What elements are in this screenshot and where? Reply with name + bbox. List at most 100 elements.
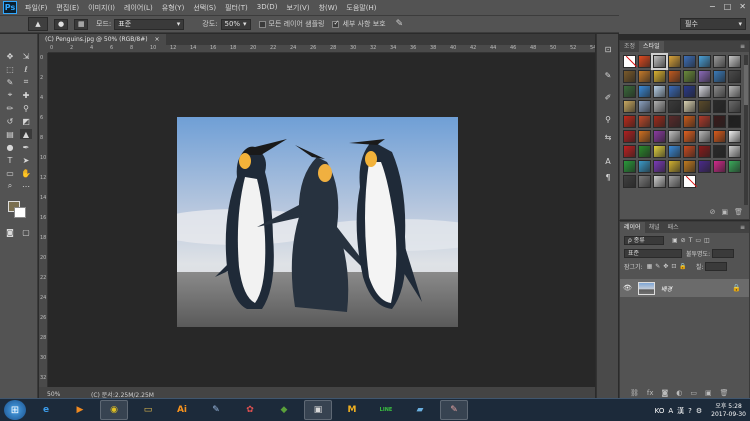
style-swatch[interactable] bbox=[698, 100, 711, 113]
lasso-tool-icon[interactable]: ℓ bbox=[20, 64, 32, 74]
healing-brush-tool-icon[interactable]: ✚ bbox=[20, 90, 32, 100]
style-swatch[interactable] bbox=[638, 175, 651, 188]
pressure-icon[interactable]: ✎ bbox=[396, 19, 404, 29]
style-swatch[interactable] bbox=[638, 55, 651, 68]
style-swatch[interactable] bbox=[683, 160, 696, 173]
eraser-tool-icon[interactable]: ◩ bbox=[20, 116, 32, 126]
opacity-input[interactable] bbox=[712, 249, 735, 258]
style-swatch[interactable] bbox=[623, 130, 636, 143]
style-swatch[interactable] bbox=[668, 70, 681, 83]
style-swatch[interactable] bbox=[668, 160, 681, 173]
style-swatch[interactable] bbox=[728, 70, 741, 83]
style-swatch[interactable] bbox=[623, 85, 636, 98]
sharpen-tool-preset-picker[interactable]: ▲ bbox=[28, 17, 48, 31]
menu-item[interactable]: 도움말(H) bbox=[346, 3, 376, 13]
style-swatch[interactable] bbox=[653, 115, 666, 128]
background-color-swatch[interactable] bbox=[14, 207, 26, 218]
brush-settings-icon[interactable]: ✎ bbox=[602, 70, 614, 80]
style-swatch[interactable] bbox=[713, 55, 726, 68]
brush-panel-toggle[interactable]: ▦ bbox=[74, 18, 88, 30]
vertical-ruler[interactable]: 0 2 4 6 8 10 12 14 16 18 20 22 24 26 28 30 32 bbox=[39, 53, 48, 387]
maximize-button[interactable]: □ bbox=[724, 2, 732, 11]
panel-menu-icon[interactable]: ≡ bbox=[740, 41, 745, 52]
style-swatch[interactable] bbox=[668, 145, 681, 158]
delete-style-icon[interactable]: 🗑 bbox=[734, 208, 743, 216]
style-swatch[interactable] bbox=[638, 160, 651, 173]
style-swatch[interactable] bbox=[728, 130, 741, 143]
tray-icon[interactable]: KO bbox=[655, 407, 665, 415]
clear-style-icon[interactable]: ⊘ bbox=[710, 208, 716, 216]
explorer-icon[interactable]: ▭ bbox=[134, 400, 162, 420]
media-player-icon[interactable]: ▶ bbox=[66, 400, 94, 420]
style-swatch[interactable] bbox=[728, 85, 741, 98]
style-swatch[interactable] bbox=[653, 175, 666, 188]
style-swatch[interactable] bbox=[713, 100, 726, 113]
style-swatch[interactable] bbox=[668, 115, 681, 128]
menu-item[interactable]: 보기(V) bbox=[286, 3, 309, 13]
style-swatch[interactable] bbox=[698, 145, 711, 158]
strength-input[interactable]: 50% ▾ bbox=[220, 18, 251, 30]
style-swatch[interactable] bbox=[623, 115, 636, 128]
tab-layers[interactable]: 레이어 bbox=[620, 222, 645, 233]
style-swatch[interactable] bbox=[713, 85, 726, 98]
style-swatch[interactable] bbox=[623, 145, 636, 158]
menu-item[interactable]: 유형(Y) bbox=[162, 3, 185, 13]
style-swatch[interactable] bbox=[683, 70, 696, 83]
style-swatch[interactable] bbox=[638, 85, 651, 98]
link-layers-icon[interactable]: ⛓ bbox=[630, 389, 639, 397]
photoshop-task-icon[interactable]: ✎ bbox=[440, 400, 468, 420]
menu-item[interactable]: 필터(T) bbox=[225, 3, 248, 13]
layer-style-icon[interactable]: fx bbox=[647, 389, 654, 397]
move-tool-icon[interactable]: ✥ bbox=[4, 51, 16, 61]
properties-panel-icon[interactable]: ⚲ bbox=[602, 114, 614, 124]
history-brush-tool-icon[interactable]: ↺ bbox=[4, 116, 16, 126]
style-swatch[interactable] bbox=[638, 145, 651, 158]
style-swatch[interactable] bbox=[713, 160, 726, 173]
workspace-dropdown[interactable]: 필수 ▾ bbox=[680, 18, 746, 30]
style-swatch[interactable] bbox=[623, 100, 636, 113]
zoom-tool-icon[interactable]: ⌕ bbox=[4, 181, 16, 191]
visibility-eye-icon[interactable]: 👁 bbox=[623, 284, 635, 292]
style-swatch[interactable] bbox=[698, 55, 711, 68]
close-tab-button[interactable]: × bbox=[155, 36, 160, 43]
pen-tool-icon[interactable]: ✒ bbox=[20, 142, 32, 152]
paint-icon[interactable]: ✿ bbox=[236, 400, 264, 420]
history-panel-icon[interactable]: ⊡ bbox=[602, 44, 614, 54]
style-swatch[interactable] bbox=[713, 115, 726, 128]
style-swatch[interactable] bbox=[728, 100, 741, 113]
style-swatch[interactable] bbox=[653, 70, 666, 83]
style-swatch[interactable] bbox=[713, 145, 726, 158]
style-swatch[interactable] bbox=[698, 130, 711, 143]
style-swatch[interactable] bbox=[653, 85, 666, 98]
style-swatch[interactable] bbox=[728, 115, 741, 128]
line-icon[interactable]: LINE bbox=[372, 400, 400, 420]
path-select-tool-icon[interactable]: ➤ bbox=[20, 155, 32, 165]
style-swatch[interactable] bbox=[683, 55, 696, 68]
artboard-tool-icon[interactable]: ⇲ bbox=[20, 51, 32, 61]
adjustment-layer-icon[interactable]: ◐ bbox=[676, 389, 682, 397]
style-swatch[interactable] bbox=[668, 175, 681, 188]
style-swatch[interactable] bbox=[713, 70, 726, 83]
style-swatch[interactable] bbox=[698, 70, 711, 83]
tab-styles[interactable]: 스타일 bbox=[639, 41, 664, 52]
minimize-button[interactable]: − bbox=[709, 2, 716, 11]
style-swatch[interactable] bbox=[668, 130, 681, 143]
clone-stamp-tool-icon[interactable]: ⚲ bbox=[20, 103, 32, 113]
quick-select-tool-icon[interactable]: ✎ bbox=[4, 77, 16, 87]
style-swatch[interactable] bbox=[668, 85, 681, 98]
crop-tool-icon[interactable]: ⌗ bbox=[20, 77, 32, 87]
close-button[interactable]: ✕ bbox=[739, 2, 746, 11]
adjustments-icon[interactable]: ⇆ bbox=[602, 132, 614, 142]
tray-icon[interactable]: ⚙ bbox=[696, 407, 702, 415]
gradient-tool-icon[interactable]: ▤ bbox=[4, 129, 16, 139]
rectangle-tool-icon[interactable]: ▭ bbox=[4, 168, 16, 178]
menu-item[interactable]: 편집(E) bbox=[56, 3, 79, 13]
layer-filter-dropdown[interactable]: ρ 종류 bbox=[624, 236, 664, 245]
window-app-icon[interactable]: ▣ bbox=[304, 400, 332, 420]
ie-icon[interactable]: e bbox=[32, 400, 60, 420]
style-swatch[interactable] bbox=[683, 175, 696, 188]
layer-name[interactable]: 배경 bbox=[661, 284, 672, 293]
style-swatch[interactable] bbox=[653, 145, 666, 158]
style-swatch[interactable] bbox=[713, 130, 726, 143]
style-swatch[interactable] bbox=[683, 145, 696, 158]
